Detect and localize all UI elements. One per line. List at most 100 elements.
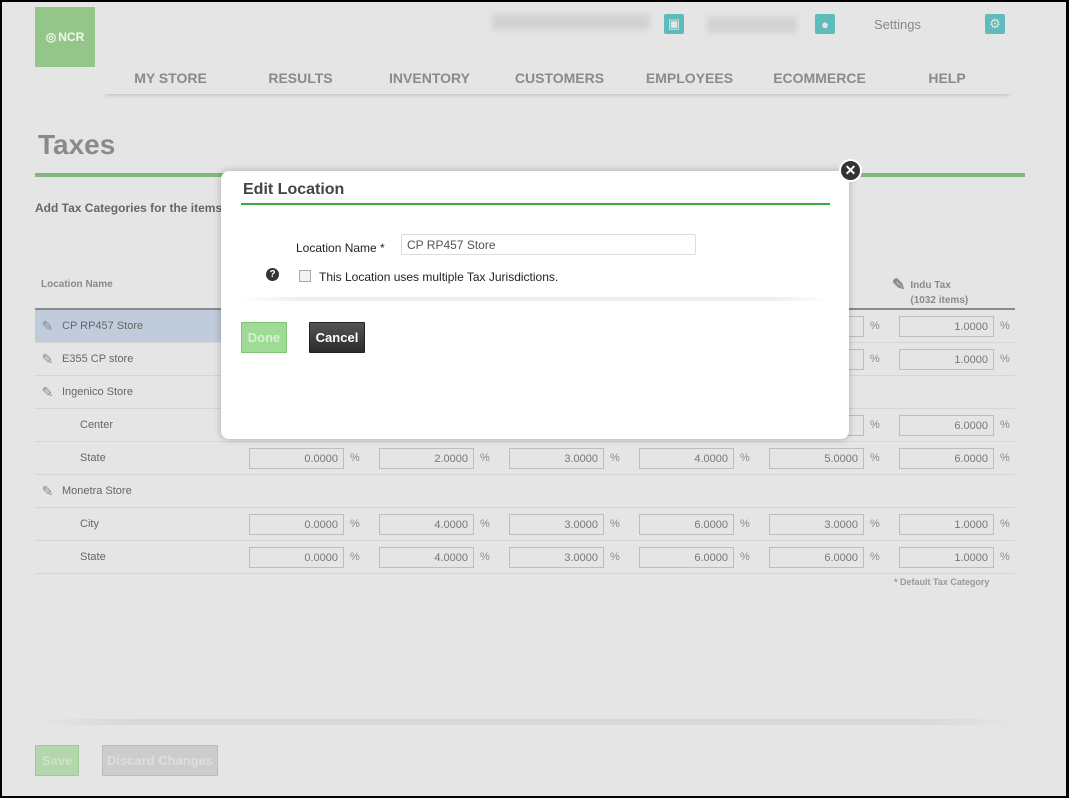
tax-rate-input[interactable]: 3.0000	[509, 448, 604, 469]
save-button[interactable]: Save	[35, 745, 79, 776]
tax-rate-input[interactable]: 0.0000	[249, 547, 344, 568]
page-title: Taxes	[38, 129, 116, 160]
help-icon[interactable]: ?	[266, 268, 279, 281]
default-category-note: * Default Tax Category	[894, 577, 990, 587]
tax-rate-input[interactable]: 6.0000	[639, 547, 734, 568]
tax-rate-input[interactable]: 6.0000	[639, 514, 734, 535]
multiple-jurisdictions-label[interactable]: This Location uses multiple Tax Jurisdic…	[319, 270, 558, 284]
percent-sign: %	[870, 452, 880, 464]
store-name-blurred	[492, 14, 650, 30]
tax-rate-input[interactable]: 6.0000	[899, 415, 994, 436]
location-name: City	[80, 518, 99, 530]
location-name[interactable]: E355 CP store	[62, 353, 133, 365]
nav-help[interactable]: HELP	[882, 70, 1012, 94]
tax-rate-input[interactable]: 3.0000	[769, 514, 864, 535]
done-button[interactable]: Done	[241, 322, 287, 353]
percent-sign: %	[610, 551, 620, 563]
close-dialog-icon[interactable]: ✕	[839, 159, 862, 182]
tax-rate-input[interactable]: 1.0000	[899, 514, 994, 535]
percent-sign: %	[1000, 320, 1010, 332]
ncr-logo-icon: ◎	[45, 30, 57, 44]
location-name-cell: ✎ E355 CP store	[35, 343, 225, 375]
page: ◎ NCR ▣ ● Settings ⚙ MY STORE RESULTS INV…	[2, 2, 1066, 796]
percent-sign: %	[350, 452, 360, 464]
column-header-indu-tax[interactable]: ✎ Indu Tax (1032 items)	[892, 278, 968, 308]
percent-sign: %	[1000, 551, 1010, 563]
location-name[interactable]: Ingenico Store	[62, 386, 133, 398]
nav-inventory[interactable]: INVENTORY	[362, 70, 497, 94]
tax-rate-input[interactable]: 3.0000	[509, 547, 604, 568]
user-name-blurred	[707, 17, 797, 33]
percent-sign: %	[1000, 518, 1010, 530]
percent-sign: %	[610, 452, 620, 464]
tax-rate-input[interactable]: 1.0000	[899, 547, 994, 568]
logo-text: NCR	[58, 30, 85, 44]
tax-rate-input[interactable]: 1.0000	[899, 316, 994, 337]
table-row: ✎ Monetra Store	[35, 475, 1015, 508]
pencil-icon[interactable]: ✎	[35, 351, 60, 368]
percent-sign: %	[1000, 419, 1010, 431]
table-row: City 0.0000% 4.0000% 3.0000% 6.0000% 3.0000% 1…	[35, 508, 1015, 541]
percent-sign: %	[610, 518, 620, 530]
percent-sign: %	[870, 353, 880, 365]
location-name-label: Location Name *	[296, 241, 385, 255]
nav-ecommerce[interactable]: ECOMMERCE	[757, 70, 882, 94]
percent-sign: %	[1000, 452, 1010, 464]
percent-sign: %	[480, 452, 490, 464]
location-name-cell: ✎ Monetra Store	[35, 475, 225, 507]
table-row: State 0.0000% 4.0000% 3.0000% 6.0000% 6.0000%…	[35, 541, 1015, 574]
percent-sign: %	[480, 551, 490, 563]
pencil-icon[interactable]: ✎	[35, 318, 60, 335]
intro-text: Add Tax Categories for the items	[35, 201, 223, 215]
edit-location-dialog: Edit Location Location Name * ? This Loc…	[221, 171, 849, 439]
column-header-location: Location Name	[41, 279, 113, 290]
tax-rate-input[interactable]: 4.0000	[379, 514, 474, 535]
tax-rate-input[interactable]: 1.0000	[899, 349, 994, 370]
location-name[interactable]: CP RP457 Store	[62, 320, 143, 332]
location-name[interactable]: Monetra Store	[62, 485, 132, 497]
location-name: Center	[80, 419, 114, 431]
nav-results[interactable]: RESULTS	[239, 70, 362, 94]
column-name: Indu Tax	[910, 280, 951, 291]
tax-rate-input[interactable]: 3.0000	[509, 514, 604, 535]
location-name: State	[80, 551, 106, 563]
table-row: State 0.0000% 2.0000% 3.0000% 4.0000% 5.0000%…	[35, 442, 1015, 475]
pencil-icon[interactable]: ✎	[35, 483, 60, 500]
tax-rate-input[interactable]: 2.0000	[379, 448, 474, 469]
user-icon[interactable]: ●	[815, 14, 835, 34]
percent-sign: %	[740, 452, 750, 464]
location-name: State	[80, 452, 106, 464]
settings-link[interactable]: Settings	[874, 17, 921, 32]
cancel-button[interactable]: Cancel	[309, 322, 365, 353]
location-name-input[interactable]	[401, 234, 696, 255]
location-name-cell: ✎ Ingenico Store	[35, 376, 225, 408]
percent-sign: %	[870, 419, 880, 431]
nav-my-store[interactable]: MY STORE	[102, 70, 239, 94]
percent-sign: %	[740, 551, 750, 563]
nav-employees[interactable]: EMPLOYEES	[622, 70, 757, 94]
location-name-cell: ✎ CP RP457 Store	[35, 310, 225, 342]
footer-divider	[35, 719, 1015, 725]
discard-changes-button[interactable]: Discard Changes	[102, 745, 218, 776]
percent-sign: %	[350, 518, 360, 530]
tax-rate-input[interactable]: 6.0000	[769, 547, 864, 568]
tax-rate-input[interactable]: 0.0000	[249, 448, 344, 469]
nav-customers[interactable]: CUSTOMERS	[497, 70, 622, 94]
tax-rate-input[interactable]: 5.0000	[769, 448, 864, 469]
tax-rate-input[interactable]: 4.0000	[639, 448, 734, 469]
location-name-cell: State	[35, 442, 225, 474]
tax-rate-input[interactable]: 6.0000	[899, 448, 994, 469]
multiple-jurisdictions-checkbox[interactable]	[299, 270, 311, 282]
dialog-title: Edit Location	[243, 181, 345, 198]
gear-icon[interactable]: ⚙	[985, 14, 1005, 34]
pencil-icon[interactable]: ✎	[35, 384, 60, 401]
location-name-cell: City	[35, 508, 225, 540]
percent-sign: %	[1000, 353, 1010, 365]
location-name-cell: Center	[35, 409, 225, 441]
tax-rate-input[interactable]: 4.0000	[379, 547, 474, 568]
store-icon[interactable]: ▣	[664, 14, 684, 34]
percent-sign: %	[350, 551, 360, 563]
pencil-icon[interactable]: ✎	[892, 278, 905, 308]
tax-rate-input[interactable]: 0.0000	[249, 514, 344, 535]
ncr-logo[interactable]: ◎ NCR	[35, 7, 95, 67]
